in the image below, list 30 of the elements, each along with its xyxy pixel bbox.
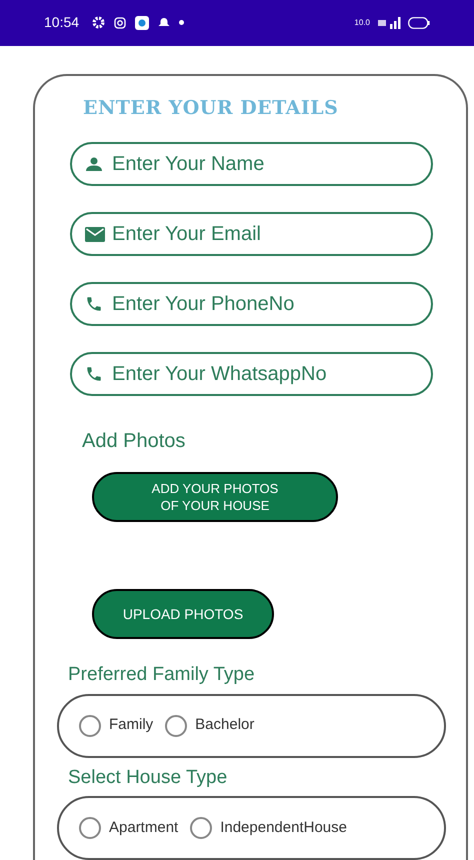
person-icon: [85, 157, 103, 171]
radio-option[interactable]: IndependentHouse: [190, 816, 347, 840]
section-heading: Preferred Family Type: [68, 663, 256, 687]
camera-icon: [114, 16, 126, 29]
input-field[interactable]: Enter Your WhatsappNo: [70, 352, 433, 396]
radio-option[interactable]: Bachelor: [165, 714, 254, 737]
radio-button[interactable]: [165, 714, 188, 736]
section-heading: Add Photos: [82, 429, 186, 454]
input-field[interactable]: Enter Your Name: [70, 142, 433, 186]
dot-icon: [179, 20, 184, 26]
battery-icon: [408, 16, 430, 29]
app-icon: [135, 16, 150, 30]
status-time: 10:54: [44, 13, 80, 32]
form-title: ENTER YOUR DETAILS: [83, 96, 340, 120]
radio-button[interactable]: [79, 817, 101, 839]
radio-button[interactable]: [190, 817, 212, 839]
phone-icon: [85, 295, 103, 313]
gear-icon: [92, 16, 106, 30]
network-speed: 10.0: [354, 18, 370, 27]
radio-option[interactable]: Family: [79, 714, 154, 737]
upload-photos-button[interactable]: UPLOAD PHOTOS: [92, 589, 274, 639]
input-field[interactable]: Enter Your PhoneNo: [70, 282, 433, 326]
input-field[interactable]: Enter Your Email: [70, 212, 433, 256]
signal-icon: [376, 16, 402, 29]
section-heading: Select House Type: [68, 766, 228, 790]
radio-button[interactable]: [79, 714, 101, 736]
add-photos-button[interactable]: ADD YOUR PHOTOS OF YOUR HOUSE: [92, 472, 338, 522]
mail-icon: [85, 226, 105, 242]
radio-option[interactable]: Apartment: [79, 816, 178, 840]
phone-icon: [85, 365, 103, 383]
